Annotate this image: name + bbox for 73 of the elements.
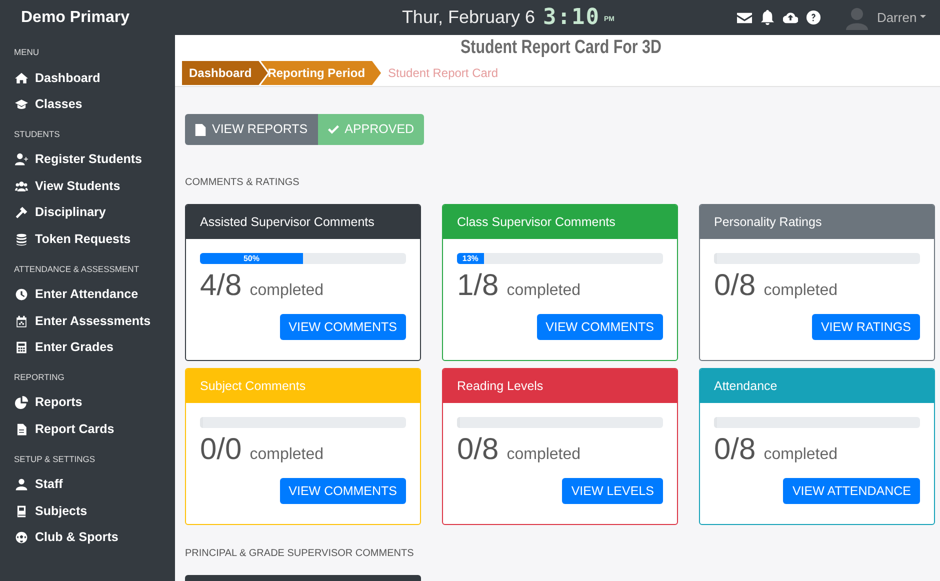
card-title: Class Supervisor Comments: [443, 205, 677, 239]
sidebar-heading: MENU: [14, 46, 40, 59]
count-label: completed: [506, 281, 581, 301]
card-title: Personality Ratings: [700, 205, 934, 239]
sidebar-heading: REPORTING: [14, 370, 66, 384]
user-menu[interactable]: Darren: [876, 8, 926, 28]
date-text: Thur, February 6: [402, 6, 535, 29]
hammer-icon: [14, 206, 29, 220]
sidebar-item[interactable]: Reports: [14, 390, 82, 416]
avatar-icon: [844, 6, 869, 30]
coins-icon: [14, 232, 29, 246]
count-label: completed: [764, 281, 838, 301]
view-button[interactable]: VIEW RATINGS: [812, 314, 920, 340]
sidebar-item[interactable]: Enter Assessments: [14, 308, 151, 334]
sidebar-item[interactable]: Dashboard: [14, 64, 100, 92]
user-icon: [14, 478, 29, 491]
users-icon: [14, 180, 29, 193]
view-button[interactable]: VIEW COMMENTS: [536, 314, 663, 340]
card-title: Assisted Supervisor Comments: [186, 205, 420, 239]
sidebar-item[interactable]: Club & Sports: [14, 524, 118, 551]
sidebar-item[interactable]: View Students: [14, 173, 120, 200]
count-text: 0/8: [457, 432, 499, 468]
card-title: Attendance: [700, 369, 934, 403]
count-text: 4/8: [200, 268, 242, 304]
bell-icon: [760, 10, 775, 25]
mail-icon: [736, 10, 752, 25]
progress-fill: 13%: [457, 253, 484, 264]
progress-fill: 50%: [200, 253, 303, 264]
count-label: completed: [506, 445, 581, 465]
sidebar-item[interactable]: Enter Attendance: [14, 281, 138, 308]
count-text: 0/0: [200, 432, 242, 468]
page-title: Student Report Card For 3D: [460, 37, 662, 59]
user-plus-icon: [14, 153, 29, 166]
clock-time: 3:10: [543, 4, 600, 32]
count-label: completed: [250, 445, 324, 465]
section-heading: PRINCIPAL & GRADE SUPERVISOR COMMENTS: [185, 547, 415, 561]
view-button[interactable]: VIEW COMMENTS: [280, 314, 406, 340]
sidebar-item[interactable]: Classes: [14, 91, 82, 118]
sidebar-heading: STUDENTS: [14, 128, 61, 140]
calendar-icon: [14, 314, 29, 328]
check-icon: [328, 124, 339, 136]
sidebar-heading: ATTENDANCE & ASSESSMENT: [14, 262, 140, 276]
sidebar-item[interactable]: Register Students: [14, 146, 142, 173]
breadcrumb-item[interactable]: Dashboard: [182, 61, 268, 85]
section-heading: COMMENTS & RATINGS: [185, 176, 300, 190]
document-icon: [195, 124, 206, 136]
count-text: 1/8: [457, 268, 499, 304]
count-text: 0/8: [714, 268, 756, 304]
clock-icon: [14, 288, 29, 301]
card-title: Subject Comments: [186, 369, 420, 403]
view-button[interactable]: VIEW COMMENTS: [280, 478, 406, 504]
ball-icon: [14, 531, 29, 544]
sidebar-item[interactable]: Subjects: [14, 498, 88, 524]
app-title: Demo Primary: [21, 8, 130, 28]
home-icon: [14, 72, 29, 84]
view-reports-button[interactable]: VIEW REPORTS: [185, 114, 318, 145]
calculator-icon: [14, 341, 29, 354]
sidebar-item[interactable]: Enter Grades: [14, 334, 114, 361]
count-label: completed: [250, 281, 324, 301]
sidebar-heading: SETUP & SETTINGS: [14, 452, 96, 466]
pie-chart-icon: [14, 396, 29, 410]
card-title: Reading Levels: [443, 369, 677, 403]
cloud-upload-icon: [782, 10, 798, 25]
count-label: completed: [764, 445, 838, 465]
sidebar-item[interactable]: Staff: [14, 471, 63, 498]
sidebar-item[interactable]: Disciplinary: [14, 200, 106, 226]
sidebar-item[interactable]: Token Requests: [14, 226, 131, 252]
help-icon: [806, 10, 821, 25]
view-button[interactable]: VIEW LEVELS: [562, 478, 663, 504]
view-button[interactable]: VIEW ATTENDANCE: [783, 478, 920, 504]
graduation-cap-icon: [14, 98, 29, 111]
count-text: 0/8: [714, 432, 756, 468]
sidebar-item[interactable]: Report Cards: [14, 416, 114, 442]
